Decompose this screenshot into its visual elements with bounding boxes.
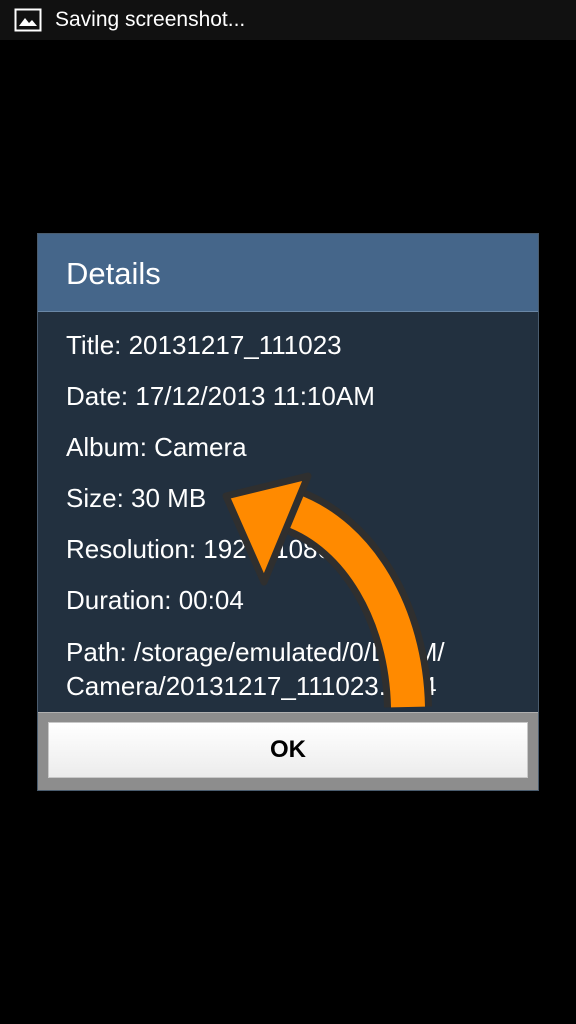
detail-date: Date: 17/12/2013 11:10AM: [66, 381, 375, 411]
detail-size: Size: 30 MB: [66, 483, 207, 513]
details-dialog: Details Title: 20131217_111023 Date: 17/…: [37, 233, 539, 791]
status-bar: Saving screenshot...: [0, 0, 576, 40]
detail-resolution: Resolution: 1920x1080: [66, 534, 332, 564]
dialog-title: Details: [66, 256, 161, 291]
detail-title: Title: 20131217_111023: [66, 330, 342, 360]
dialog-header: Details: [38, 234, 538, 312]
detail-path: Path: /storage/emulated/0/DCIM/: [66, 637, 445, 667]
detail-duration: Duration: 00:04: [66, 585, 244, 615]
dialog-body[interactable]: Title: 20131217_111023 Date: 17/12/2013 …: [38, 312, 538, 712]
image-icon: [14, 8, 42, 32]
detail-path-continued: Camera/20131217_111023.mp4: [66, 671, 437, 701]
status-message: Saving screenshot...: [55, 8, 246, 31]
ok-button[interactable]: OK: [48, 722, 528, 778]
detail-album: Album: Camera: [66, 432, 247, 462]
dialog-footer: OK: [38, 712, 538, 790]
